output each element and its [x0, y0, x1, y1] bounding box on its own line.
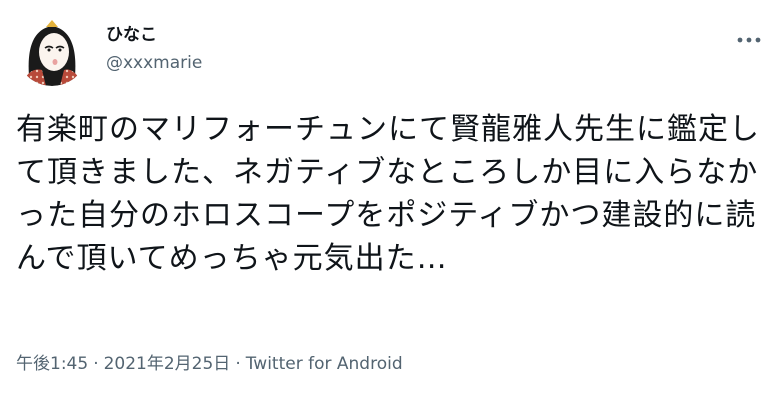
author-handle[interactable]: @xxxmarie — [106, 52, 202, 74]
avatar-illustration-icon — [16, 14, 88, 86]
tweet-header: ひなこ @xxxmarie — [16, 14, 767, 86]
avatar[interactable] — [16, 14, 88, 86]
meta-separator: · — [93, 354, 99, 374]
tweet-metadata: 午後1:45 · 2021年2月25日 · Twitter for Android — [16, 352, 403, 376]
more-options-button[interactable] — [735, 30, 763, 50]
author-display-name[interactable]: ひなこ — [106, 24, 202, 46]
author-names: ひなこ @xxxmarie — [106, 24, 202, 74]
tweet-text: 有楽町のマリフォーチュンにて賢龍雅人先生に鑑定して頂きました、ネガティブなところ… — [16, 112, 760, 276]
tweet-card: ひなこ @xxxmarie 有楽町のマリフォーチュンにて賢龍雅人先生に鑑定して頂… — [0, 0, 783, 403]
tweet-source-link[interactable]: Twitter for Android — [246, 354, 403, 374]
meta-separator: · — [235, 354, 241, 374]
tweet-timestamp-time[interactable]: 午後1:45 — [16, 354, 88, 374]
tweet-timestamp-date[interactable]: 2021年2月25日 — [104, 354, 231, 374]
more-options-icon — [737, 37, 761, 43]
